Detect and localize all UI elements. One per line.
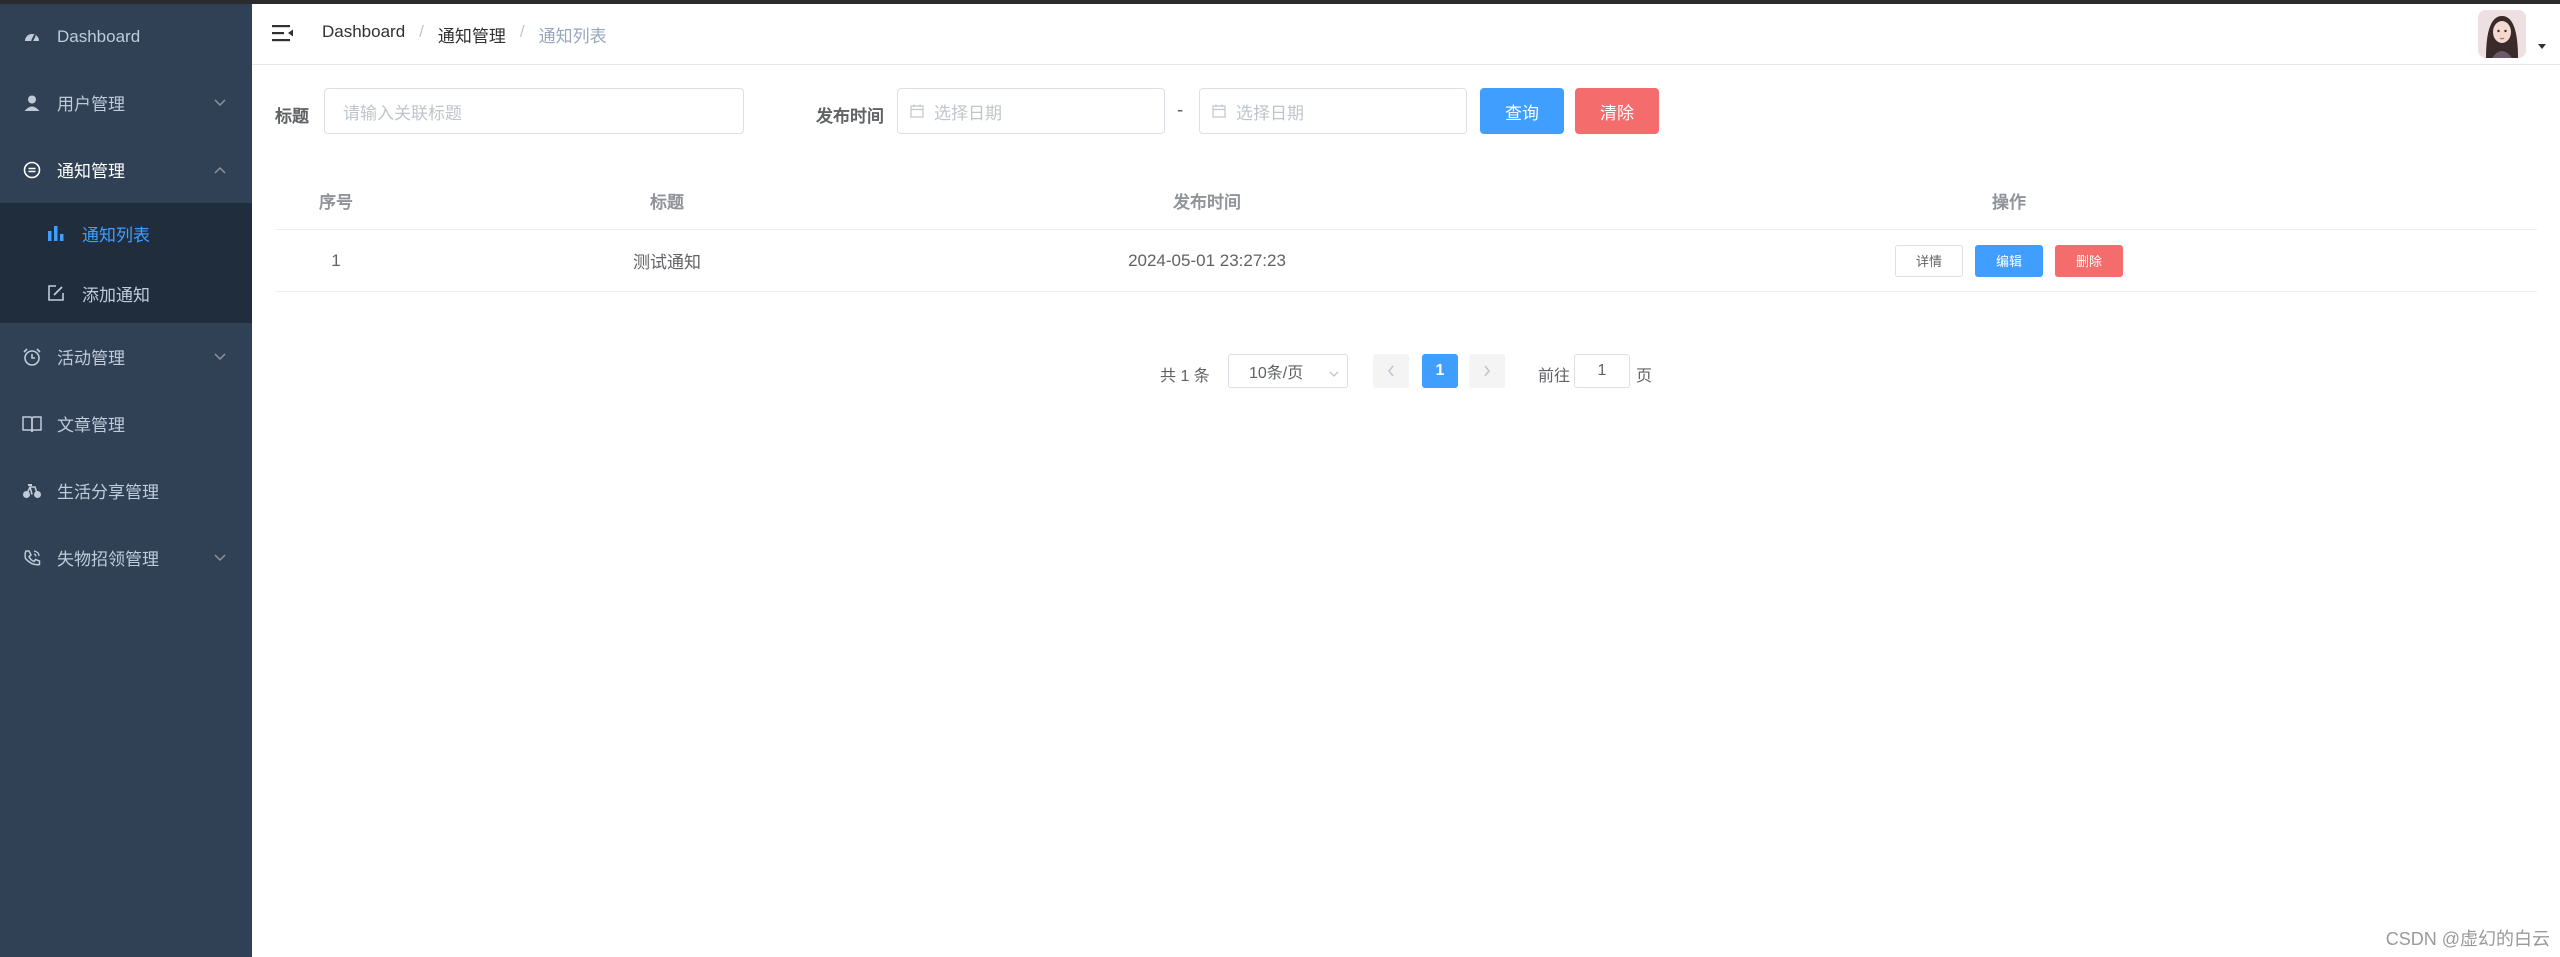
sidebar-item-label: 通知列表 [82,225,150,245]
pagination-total: 共 1 条 [1160,368,1210,385]
page-size-select[interactable]: 10条/页 [1228,354,1348,388]
avatar[interactable] [2478,10,2526,58]
title-label: 标题 [275,107,309,126]
sidebar-item-notification-list[interactable]: 通知列表 [0,203,252,263]
caret-down-icon[interactable] [2538,44,2546,49]
calendar-icon [1212,103,1226,118]
chart-icon [46,223,66,243]
sidebar-item-add-notification[interactable]: 添加通知 [0,263,252,323]
table-row: 1 测试通知 2024-05-01 23:27:23 详情 编辑 删除 [275,230,2537,292]
publish-time-label: 发布时间 [816,107,884,126]
dashboard-icon [22,27,42,47]
chevron-left-icon [1388,365,1394,377]
alarm-clock-icon [22,347,42,367]
end-date-picker[interactable]: 选择日期 [1199,88,1467,134]
next-page-button[interactable] [1469,354,1505,388]
goto-page-input[interactable]: 1 [1574,354,1630,388]
pagination: 共 1 条 10条/页 1 前往 1 页 [1160,354,1660,388]
end-date-placeholder: 选择日期 [1236,103,1304,123]
sidebar-item-label: Dashboard [57,26,141,46]
column-header-publish-time: 发布时间 [1173,193,1241,212]
column-header-title: 标题 [650,193,684,212]
sidebar-item-activities[interactable]: 活动管理 [0,323,252,390]
title-input[interactable]: 请输入关联标题 [324,88,744,134]
sidebar-item-label: 失物招领管理 [57,550,159,569]
chevron-right-icon [1484,365,1490,377]
watermark: CSDN @虚幻的白云 [2385,929,2550,949]
cell-actions: 详情 编辑 删除 [1477,230,2541,291]
chevron-up-icon [214,164,226,176]
calendar-icon [910,103,924,118]
book-icon [22,414,42,434]
sidebar-item-articles[interactable]: 文章管理 [0,390,252,457]
edit-icon [46,283,66,303]
sidebar-item-label: 用户管理 [57,95,125,114]
navbar: Dashboard / 通知管理 / 通知列表 [252,4,2560,65]
column-header-index: 序号 [319,193,353,212]
search-form: 标题 请输入关联标题 发布时间 选择日期 - 选择日期 查询 清除 [275,88,1675,136]
sidebar-item-users[interactable]: 用户管理 [0,69,252,136]
chevron-down-icon [214,351,226,363]
breadcrumb-item[interactable]: Dashboard [322,22,405,47]
delete-button[interactable]: 删除 [2055,244,2123,277]
chevron-down-icon [1329,365,1339,383]
breadcrumb: Dashboard / 通知管理 / 通知列表 [322,22,607,47]
edit-button[interactable]: 编辑 [1975,244,2043,277]
page-number-current[interactable]: 1 [1422,354,1458,388]
sidebar-item-life-sharing[interactable]: 生活分享管理 [0,457,252,524]
title-input-placeholder: 请输入关联标题 [343,103,462,123]
clear-button[interactable]: 清除 [1575,88,1659,134]
sidebar-item-label: 通知管理 [57,162,125,181]
breadcrumb-item-current: 通知列表 [538,27,607,46]
goto-suffix: 页 [1636,368,1653,385]
start-date-picker[interactable]: 选择日期 [897,88,1165,134]
cell-publish-time: 2024-05-01 23:27:23 [1128,250,1286,270]
cell-title: 测试通知 [633,253,701,272]
sidebar-item-label: 添加通知 [82,285,150,305]
chevron-down-icon [214,552,226,564]
submenu-notifications: 通知列表 添加通知 [0,203,252,323]
user-icon [22,93,42,113]
sidebar-item-dashboard[interactable]: Dashboard [0,4,252,69]
breadcrumb-separator: / [419,22,424,41]
sidebar-item-label: 生活分享管理 [57,483,159,502]
bicycle-icon [22,481,42,501]
notification-table: 序号 标题 发布时间 操作 1 测试通知 2024-05-01 23:27:23… [275,172,2537,292]
table-header: 序号 标题 发布时间 操作 [275,172,2537,230]
detail-button[interactable]: 详情 [1895,244,1963,277]
date-range-separator: - [1177,100,1184,121]
chevron-down-icon [214,97,226,109]
page-size-value: 10条/页 [1249,365,1304,382]
goto-label: 前往 [1538,368,1571,385]
cell-index: 1 [331,250,341,270]
sidebar: Dashboard 用户管理 通知管理 通知列表 添加通知 活动管理 文章管理 … [0,4,252,957]
phone-icon [22,548,42,568]
column-header-actions: 操作 [1992,193,2026,212]
sidebar-item-lost-found[interactable]: 失物招领管理 [0,524,252,591]
hamburger-icon[interactable] [272,23,294,43]
breadcrumb-separator: / [519,22,525,41]
query-button[interactable]: 查询 [1480,88,1564,134]
sidebar-item-notifications[interactable]: 通知管理 [0,136,252,203]
sidebar-item-label: 文章管理 [57,416,125,435]
start-date-placeholder: 选择日期 [934,103,1002,123]
breadcrumb-item: 通知管理 [437,27,506,46]
prev-page-button[interactable] [1373,354,1409,388]
sidebar-item-label: 活动管理 [57,349,125,368]
message-icon [22,160,42,180]
